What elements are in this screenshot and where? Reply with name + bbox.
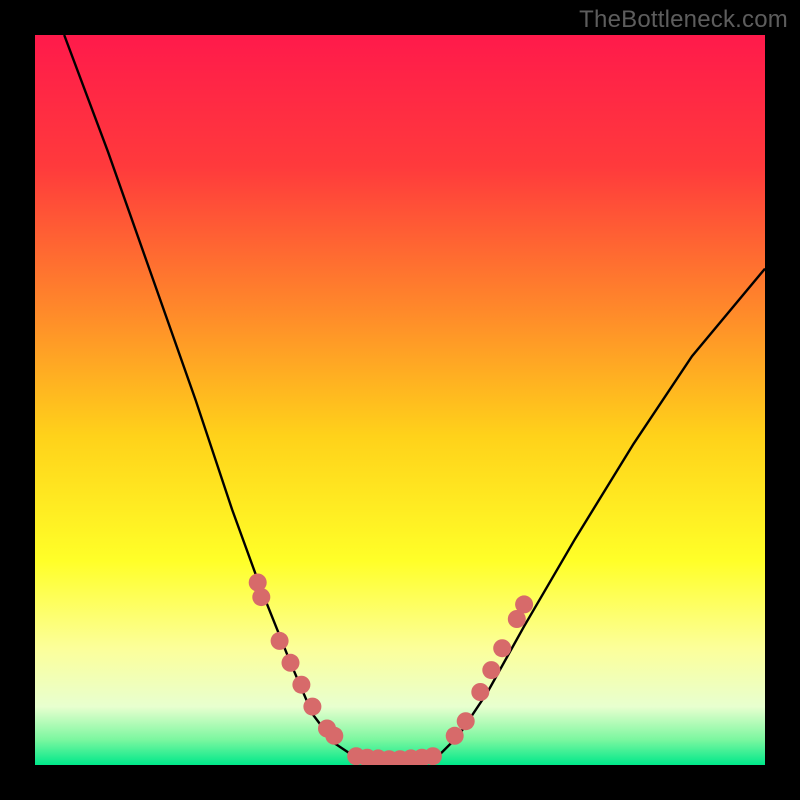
data-marker <box>493 639 511 657</box>
watermark-label: TheBottleneck.com <box>579 6 788 34</box>
data-marker <box>482 661 500 679</box>
data-marker <box>252 588 270 606</box>
data-marker <box>271 632 289 650</box>
gradient-background <box>35 35 765 765</box>
chart-frame: TheBottleneck.com <box>0 0 800 800</box>
data-marker <box>303 698 321 716</box>
data-marker <box>292 676 310 694</box>
data-marker <box>424 747 442 765</box>
data-marker <box>515 595 533 613</box>
plot-area <box>35 35 765 765</box>
data-marker <box>325 727 343 745</box>
data-marker <box>446 727 464 745</box>
data-marker <box>471 683 489 701</box>
data-marker <box>457 712 475 730</box>
data-marker <box>282 654 300 672</box>
chart-svg <box>35 35 765 765</box>
